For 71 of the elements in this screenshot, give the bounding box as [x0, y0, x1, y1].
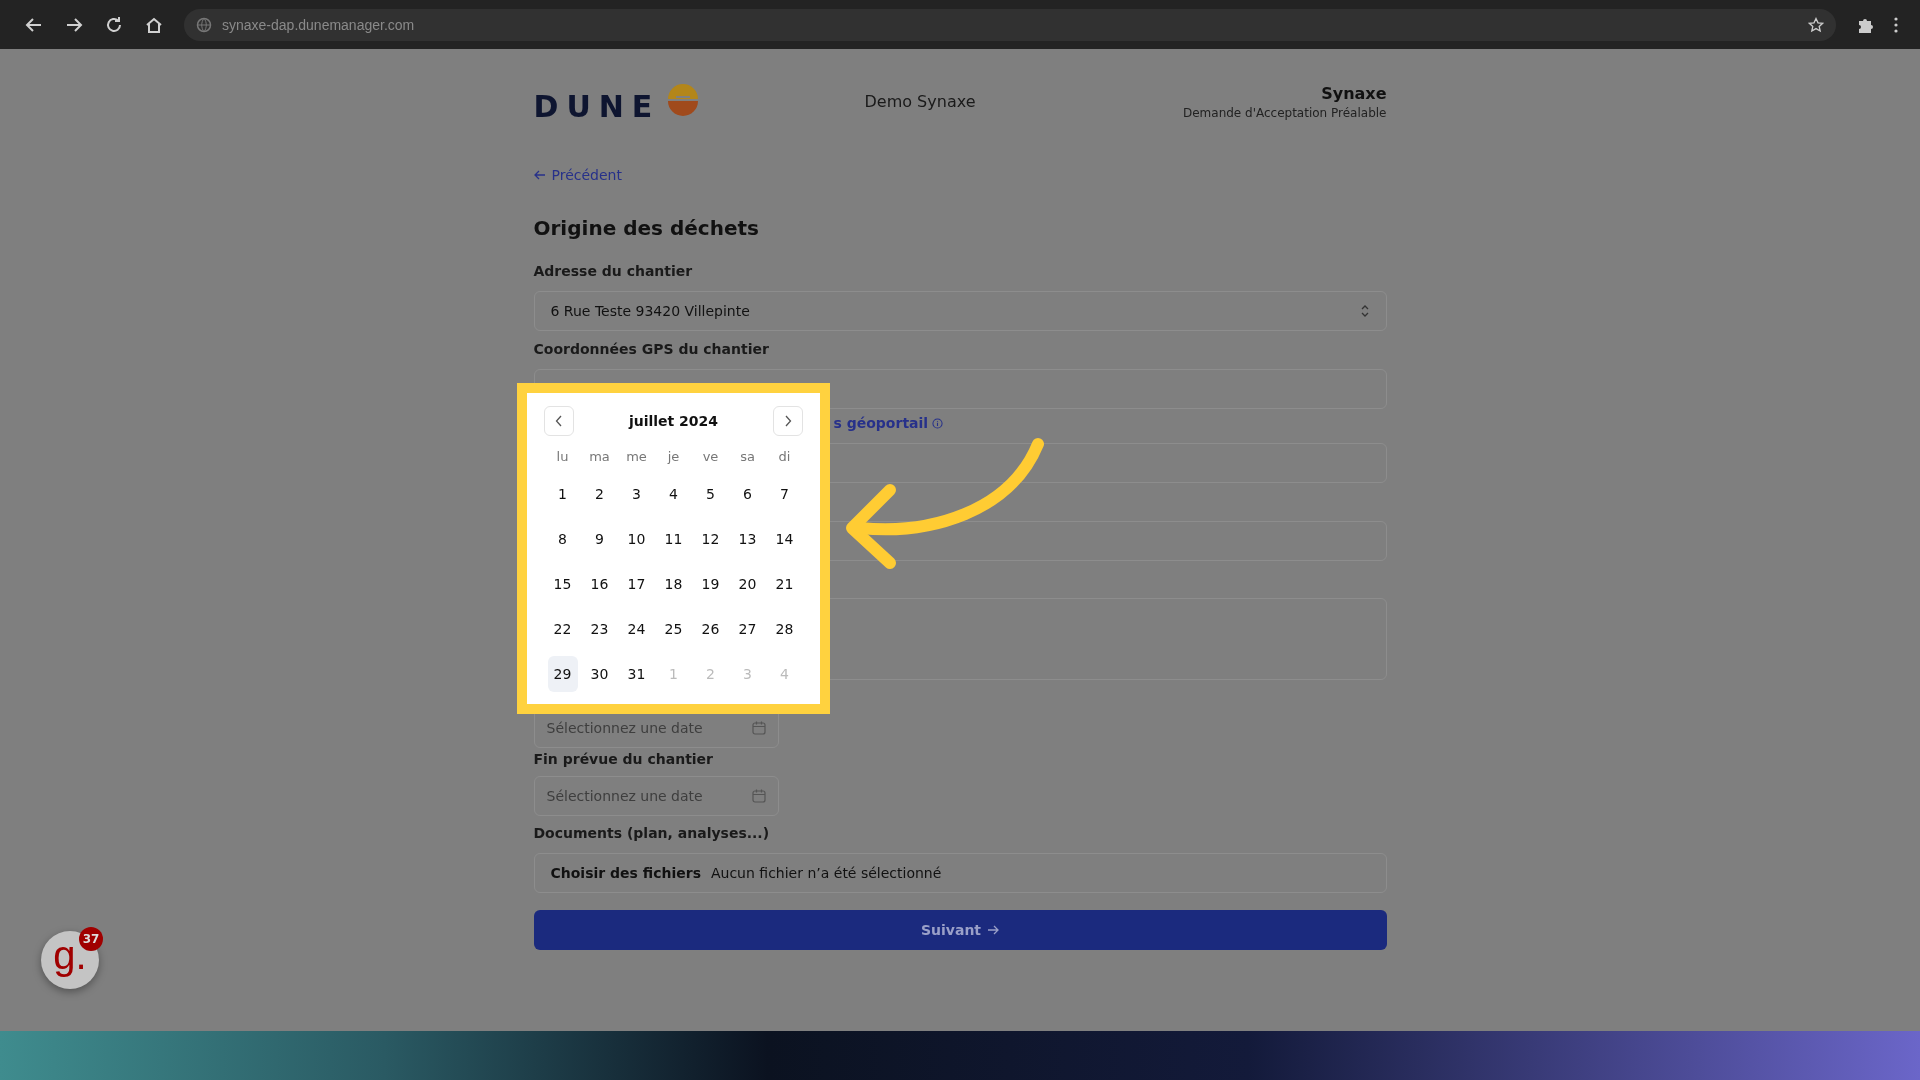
- calendar-day[interactable]: 1: [547, 475, 578, 512]
- calendar-day[interactable]: 7: [769, 475, 800, 512]
- back-arrow-icon[interactable]: [25, 15, 43, 34]
- calendar-day[interactable]: 16: [584, 565, 615, 602]
- weekday-label: je: [666, 447, 681, 466]
- chevron-up-down-icon: [1359, 304, 1370, 318]
- home-icon[interactable]: [145, 15, 163, 34]
- calendar-day[interactable]: 4: [658, 475, 689, 512]
- address-bar[interactable]: synaxe-dap.dunemanager.com: [184, 8, 1836, 41]
- weekday-label: ve: [701, 447, 720, 466]
- address-select[interactable]: 6 Rue Teste 93420 Villepinte: [533, 291, 1387, 331]
- calendar-day[interactable]: 10: [621, 520, 652, 557]
- file-status: Aucun fichier n’a été sélectionné: [710, 865, 942, 881]
- right-arrow-icon: [987, 925, 1000, 935]
- calendar-day[interactable]: 18: [658, 565, 689, 602]
- calendar-day[interactable]: 13: [732, 520, 763, 557]
- organization-name: Synaxe: [1321, 83, 1387, 103]
- weekday-label: ma: [588, 447, 611, 466]
- calendar-day[interactable]: 6: [732, 475, 763, 512]
- app-title: Demo Synaxe: [864, 92, 976, 111]
- calendar-day[interactable]: 31: [621, 655, 652, 692]
- calendar-day[interactable]: 29: [547, 655, 578, 692]
- star-icon[interactable]: [1808, 16, 1824, 33]
- calendar-day[interactable]: 25: [658, 610, 689, 647]
- calendar-day[interactable]: 22: [547, 610, 578, 647]
- weekday-label: di: [777, 447, 792, 466]
- form-subtitle: Demande d'Acceptation Préalable: [1182, 105, 1387, 120]
- calendar-day[interactable]: 30: [584, 655, 615, 692]
- left-arrow-icon: [533, 170, 546, 180]
- field-label: Fin prévue du chantier: [533, 750, 715, 769]
- calendar-day[interactable]: 2: [584, 475, 615, 512]
- forward-arrow-icon[interactable]: [65, 15, 83, 34]
- menu-icon[interactable]: [1894, 16, 1898, 33]
- field-label: Documents (plan, analyses...): [533, 824, 771, 843]
- calendar-day[interactable]: 12: [695, 520, 726, 557]
- calendar-icon: [751, 721, 766, 735]
- chevron-right-icon: [784, 415, 792, 427]
- choose-files-button[interactable]: Choisir des fichiers: [550, 865, 701, 881]
- calendar-day[interactable]: 9: [584, 520, 615, 557]
- calendar-day[interactable]: 3: [621, 475, 652, 512]
- weekday-label: me: [625, 447, 648, 466]
- calendar-day[interactable]: 24: [621, 610, 652, 647]
- chevron-left-icon: [555, 415, 563, 427]
- month-title: juillet 2024: [628, 413, 719, 429]
- calendar-day[interactable]: 20: [732, 565, 763, 602]
- calendar-day[interactable]: 11: [658, 520, 689, 557]
- weekday-label: sa: [739, 447, 756, 466]
- calendar-day[interactable]: 5: [695, 475, 726, 512]
- calendar-day[interactable]: 28: [769, 610, 800, 647]
- logo-text: DUNE: [533, 91, 661, 122]
- calendar-day[interactable]: 21: [769, 565, 800, 602]
- section-title: Origine des déchets: [533, 215, 760, 241]
- globe-icon: [196, 16, 212, 33]
- calendar-day[interactable]: 19: [695, 565, 726, 602]
- calendar-icon: [751, 789, 766, 803]
- info-icon: [932, 417, 944, 429]
- calendar-day[interactable]: 15: [547, 565, 578, 602]
- calendar-day[interactable]: 26: [695, 610, 726, 647]
- field-label: Coordonnées GPS du chantier: [533, 340, 770, 359]
- next-button[interactable]: Suivant: [533, 910, 1387, 950]
- field-label: Adresse du chantier: [533, 262, 694, 281]
- file-input-field[interactable]: Choisir des fichiers Aucun fichier n’a été sélectionné: [533, 853, 1387, 893]
- calendar-day[interactable]: 17: [621, 565, 652, 602]
- sun-logo-icon: [666, 81, 701, 116]
- calendar-day[interactable]: 8: [547, 520, 578, 557]
- calendar-day[interactable]: 14: [769, 520, 800, 557]
- calendar-day[interactable]: 27: [732, 610, 763, 647]
- url-text: synaxe-dap.dunemanager.com: [222, 16, 416, 33]
- weekday-label: lu: [555, 447, 570, 466]
- calendar-day[interactable]: 23: [584, 610, 615, 647]
- reload-icon[interactable]: [105, 15, 123, 34]
